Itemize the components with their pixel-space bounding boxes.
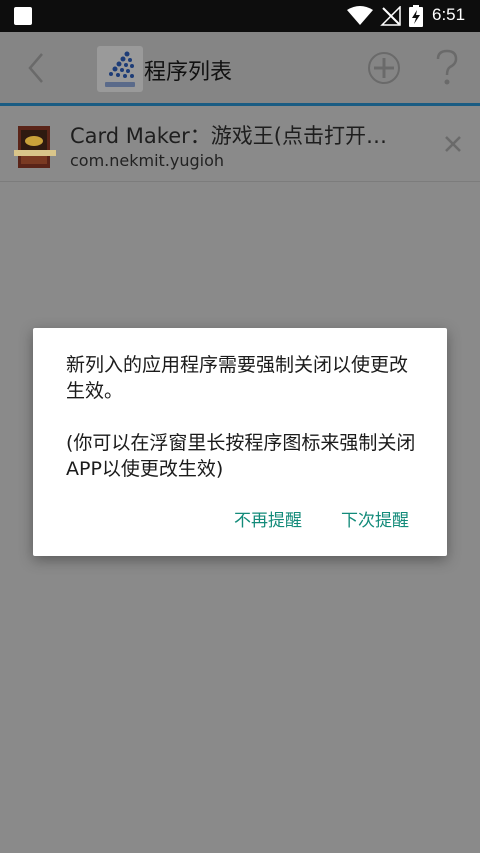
force-close-dialog: 新列入的应用程序需要强制关闭以使更改生效。 (你可以在浮窗里长按程序图标来强制关… (33, 328, 447, 556)
app-name: Card Maker：游戏王(点击打开… (70, 124, 387, 148)
dialog-message: 新列入的应用程序需要强制关闭以使更改生效。 (你可以在浮窗里长按程序图标来强制关… (66, 354, 416, 480)
page-title: 程序列表 (144, 60, 233, 85)
battery-charging-icon (409, 5, 423, 27)
status-bar: 6:51 (0, 0, 480, 32)
remind-next-time-button[interactable]: 下次提醒 (341, 506, 409, 531)
add-icon[interactable] (366, 50, 402, 86)
never-remind-button[interactable]: 不再提醒 (234, 506, 302, 531)
clock: 6:51 (432, 5, 466, 24)
app-bar: 程序列表 (0, 32, 480, 104)
list-item[interactable]: Card Maker：游戏王(点击打开… com.nekmit.yugioh (0, 106, 480, 182)
signal-icon (380, 6, 401, 26)
help-icon[interactable] (432, 48, 462, 88)
skyolin-logo-icon (105, 51, 135, 87)
app-logo (97, 46, 143, 92)
notification-icon (14, 7, 32, 25)
back-icon[interactable] (22, 50, 54, 86)
app-package: com.nekmit.yugioh (70, 151, 225, 170)
remove-icon[interactable] (442, 133, 464, 155)
wifi-icon (347, 6, 373, 25)
card-maker-app-icon (14, 126, 56, 168)
